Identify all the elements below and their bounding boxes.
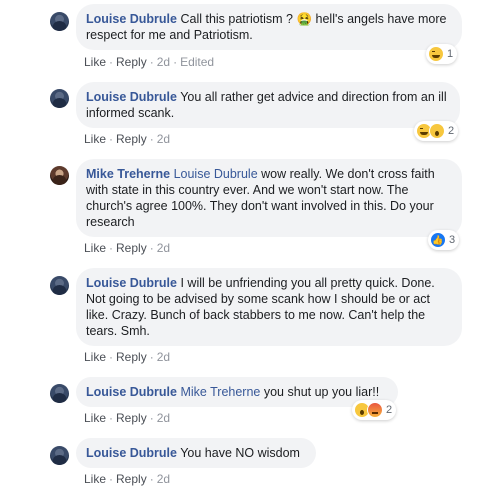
reply-link[interactable]: Reply — [116, 241, 147, 255]
author-name[interactable]: Louise Dubrule — [86, 90, 177, 104]
comment-actions: Like · Reply · 2d — [84, 350, 171, 364]
comment-bubble: Louise Dubrule Mike Treherne you shut up… — [76, 377, 398, 407]
reply-link[interactable]: Reply — [116, 55, 147, 69]
comment-actions: Like · Reply · 2d — [84, 411, 171, 425]
timestamp[interactable]: 2d — [157, 241, 170, 255]
mention-link[interactable]: Louise Dubrule — [174, 167, 258, 181]
mention-link[interactable]: Mike Treherne — [180, 385, 260, 399]
comment-text: You have NO wisdom — [180, 446, 300, 460]
reaction-summary[interactable]: 👍 3 — [428, 230, 460, 250]
comment-bubble: Louise Dubrule I will be unfriending you… — [76, 268, 462, 346]
like-link[interactable]: Like — [84, 472, 106, 486]
edited-label[interactable]: Edited — [180, 55, 214, 69]
comment-actions: Like · Reply · 2d — [84, 241, 171, 255]
comment-bubble: Louise Dubrule Call this patriotism ? 🤮 … — [76, 4, 462, 50]
timestamp[interactable]: 2d — [157, 411, 170, 425]
comment-actions: Like · Reply · 2d — [84, 472, 171, 486]
reaction-summary[interactable]: 2 — [414, 121, 459, 141]
like-link[interactable]: Like — [84, 241, 106, 255]
avatar[interactable] — [50, 12, 69, 31]
reaction-count: 2 — [448, 125, 455, 137]
angry-reaction-icon — [367, 402, 383, 418]
comment-bubble: Louise Dubrule You all rather get advice… — [76, 82, 460, 128]
author-name[interactable]: Louise Dubrule — [86, 385, 177, 399]
avatar[interactable] — [50, 446, 69, 465]
reply-link[interactable]: Reply — [116, 350, 147, 364]
reaction-count: 2 — [386, 404, 393, 416]
avatar[interactable] — [50, 276, 69, 295]
timestamp[interactable]: 2d — [157, 55, 170, 69]
like-reaction-icon: 👍 — [430, 232, 446, 248]
like-link[interactable]: Like — [84, 350, 106, 364]
avatar[interactable] — [50, 166, 69, 185]
author-name[interactable]: Louise Dubrule — [86, 276, 177, 290]
like-link[interactable]: Like — [84, 411, 106, 425]
timestamp[interactable]: 2d — [157, 472, 170, 486]
reaction-summary[interactable]: 2 — [352, 400, 397, 420]
comment-bubble: Mike Treherne Louise Dubrule wow really.… — [76, 159, 462, 237]
comment-actions: Like · Reply · 2d · Edited — [84, 55, 215, 69]
comment-bubble: Louise Dubrule You have NO wisdom — [76, 438, 316, 468]
reaction-count: 3 — [449, 234, 456, 246]
wow-reaction-icon — [429, 123, 445, 139]
reaction-summary[interactable]: 1 — [426, 44, 458, 64]
like-link[interactable]: Like — [84, 132, 106, 146]
reply-link[interactable]: Reply — [116, 411, 147, 425]
like-link[interactable]: Like — [84, 55, 106, 69]
author-name[interactable]: Mike Treherne — [86, 167, 170, 181]
haha-reaction-icon — [428, 46, 444, 62]
avatar[interactable] — [50, 89, 69, 108]
comment-actions: Like · Reply · 2d — [84, 132, 171, 146]
avatar[interactable] — [50, 384, 69, 403]
author-name[interactable]: Louise Dubrule — [86, 446, 177, 460]
reaction-count: 1 — [447, 48, 454, 60]
comment-text: you shut up you liar!! — [263, 385, 380, 399]
timestamp[interactable]: 2d — [157, 132, 170, 146]
timestamp[interactable]: 2d — [157, 350, 170, 364]
reply-link[interactable]: Reply — [116, 472, 147, 486]
reply-link[interactable]: Reply — [116, 132, 147, 146]
author-name[interactable]: Louise Dubrule — [86, 12, 177, 26]
